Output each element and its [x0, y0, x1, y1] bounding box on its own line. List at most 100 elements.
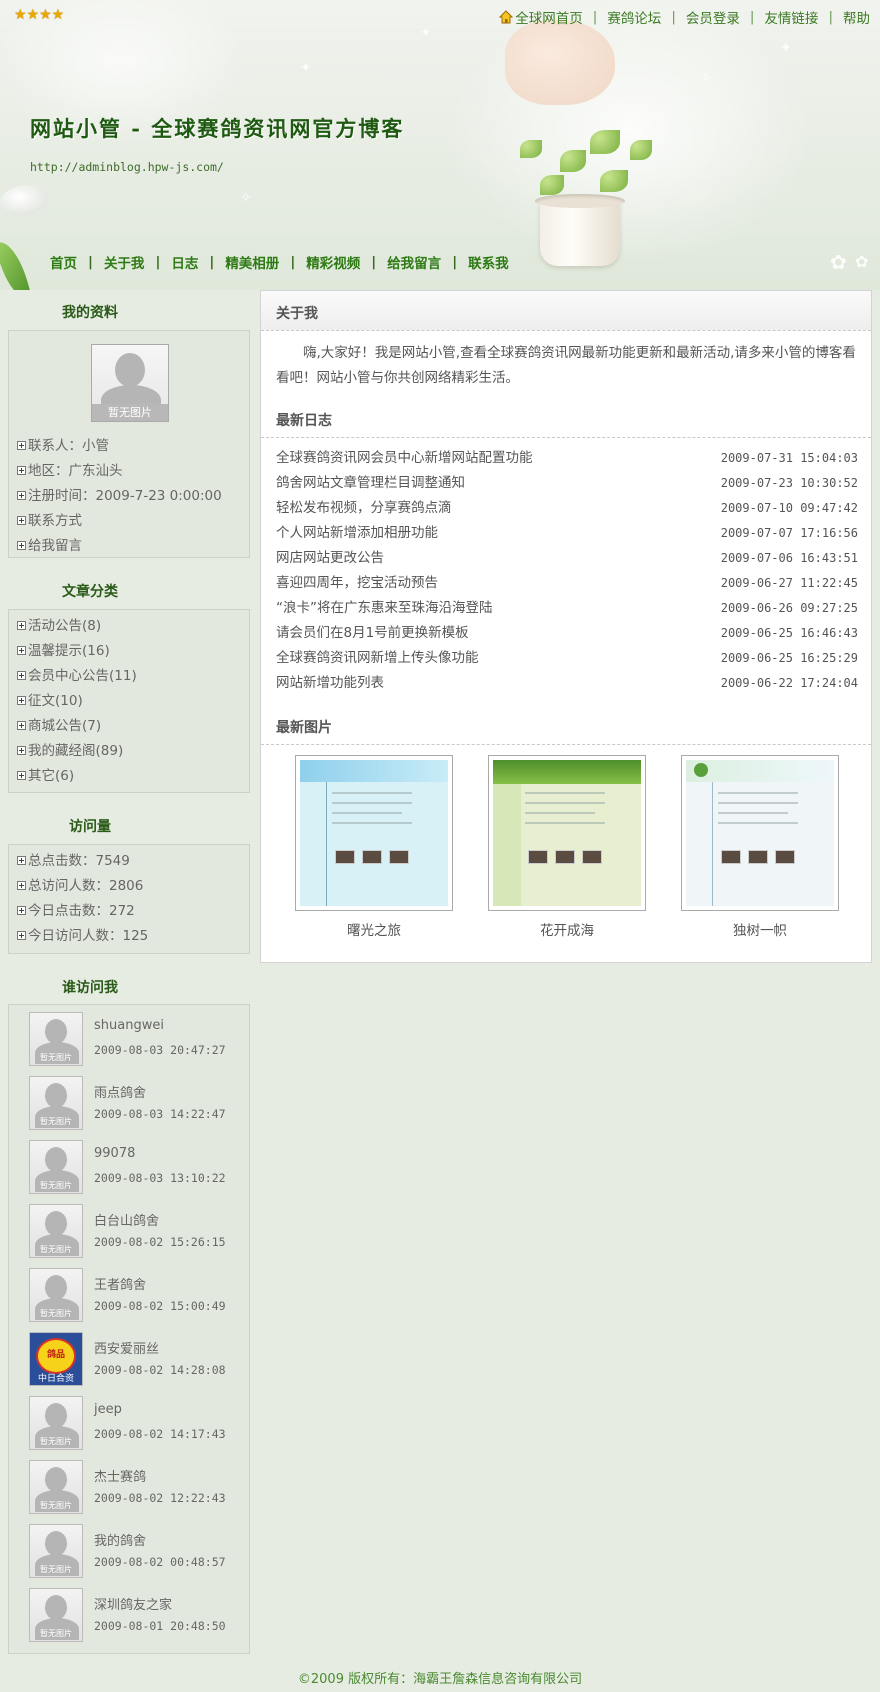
visitor-item[interactable]: 暂无图片 雨点鸽舍 2009-08-03 14:22:47	[29, 1076, 249, 1136]
post-row[interactable]: 个人网站新增添加相册功能 2009-07-07 17:16:56	[276, 521, 858, 546]
visitor-item[interactable]: 暂无图片 jeep 2009-08-02 14:17:43	[29, 1396, 249, 1456]
category-item[interactable]: 商城公告(7)	[17, 714, 249, 739]
post-row[interactable]: 轻松发布视频，分享赛鸽点滴 2009-07-10 09:47:42	[276, 496, 858, 521]
latest-posts-title: 最新日志	[276, 413, 332, 429]
visitor-time: 2009-08-02 15:00:49	[94, 1299, 226, 1313]
visitor-item[interactable]: 暂无图片 深圳鸽友之家 2009-08-01 20:48:50	[29, 1588, 249, 1648]
photo-thumbnail[interactable]	[681, 755, 839, 911]
visitor-name[interactable]: 白台山鸽舍	[94, 1210, 159, 1229]
avatar-caption: 暂无图片	[40, 1437, 72, 1446]
post-row[interactable]: 请会员们在8月1号前更换新模板 2009-06-25 16:46:43	[276, 621, 858, 646]
top-link-home[interactable]: 全球网首页	[515, 7, 583, 27]
visitor-item[interactable]: 暂无图片 99078 2009-08-03 13:10:22	[29, 1140, 249, 1200]
nav-contact[interactable]: 联系我	[468, 252, 509, 272]
photo-thumbnail[interactable]	[295, 755, 453, 911]
profile-item-guestbook[interactable]: 给我留言	[17, 534, 222, 559]
preview-banner	[686, 760, 834, 782]
visitor-item[interactable]: 鸽品 中日合资 西安爱丽丝 2009-08-02 14:28:08	[29, 1332, 249, 1392]
preview-line	[332, 822, 412, 824]
post-title[interactable]: 轻松发布视频，分享赛鸽点滴	[276, 496, 452, 521]
category-item[interactable]: 温馨提示(16)	[17, 639, 249, 664]
category-item[interactable]: 我的藏经阁(89)	[17, 739, 249, 764]
post-row[interactable]: 喜迎四周年，挖宝活动预告 2009-06-27 11:22:45	[276, 571, 858, 596]
category-item[interactable]: 其它(6)	[17, 764, 249, 789]
top-link-login[interactable]: 会员登录	[686, 7, 740, 27]
preview-line	[525, 802, 605, 804]
separator: |	[155, 254, 161, 270]
photo-thumbnail[interactable]	[488, 755, 646, 911]
profile-item: 注册时间：2009-7-23 0:00:00	[17, 484, 222, 509]
post-row[interactable]: 网站新增功能列表 2009-06-22 17:24:04	[276, 671, 858, 696]
top-link-friends[interactable]: 友情链接	[764, 7, 818, 27]
avatar-caption: 暂无图片	[40, 1501, 72, 1510]
leaf-decoration	[590, 130, 620, 154]
nav-about[interactable]: 关于我	[104, 252, 145, 272]
visitor-name[interactable]: jeep	[94, 1402, 122, 1417]
post-title[interactable]: 个人网站新增添加相册功能	[276, 521, 438, 546]
visitor-item[interactable]: 暂无图片 杰士赛鸽 2009-08-02 12:22:43	[29, 1460, 249, 1520]
preview-line	[332, 792, 412, 794]
profile-item-contact[interactable]: 联系方式	[17, 509, 222, 534]
plus-icon	[17, 771, 26, 780]
leaf-decoration	[560, 150, 586, 172]
category-item[interactable]: 会员中心公告(11)	[17, 664, 249, 689]
preview-photo	[748, 850, 768, 864]
nav-guestbook[interactable]: 给我留言	[387, 252, 441, 272]
stats-title: 访问量	[69, 819, 111, 835]
sparkle-icon: ✦	[420, 25, 432, 41]
post-title[interactable]: 全球赛鸽资讯网新增上传头像功能	[276, 646, 479, 671]
post-title[interactable]: 全球赛鸽资讯网会员中心新增网站配置功能	[276, 446, 533, 471]
post-row[interactable]: “浪卡”将在广东惠来至珠海沿海登陆 2009-06-26 09:27:25	[276, 596, 858, 621]
profile-avatar: 暂无图片	[91, 344, 169, 422]
latest-photos-title: 最新图片	[276, 720, 332, 736]
visitor-name[interactable]: shuangwei	[94, 1018, 164, 1033]
category-item[interactable]: 活动公告(8)	[17, 614, 249, 639]
profile-item: 地区：广东汕头	[17, 459, 222, 484]
visitor-name[interactable]: 雨点鸽舍	[94, 1082, 146, 1101]
nav-home[interactable]: 首页	[50, 252, 77, 272]
post-row[interactable]: 网店网站更改公告 2009-07-06 16:43:51	[276, 546, 858, 571]
photo-caption[interactable]: 花开成海	[488, 919, 646, 939]
visitor-item[interactable]: 暂无图片 王者鸽舍 2009-08-02 15:00:49	[29, 1268, 249, 1328]
post-row[interactable]: 鸽舍网站文章管理栏目调整通知 2009-07-23 10:30:52	[276, 471, 858, 496]
visitor-item[interactable]: 暂无图片 shuangwei 2009-08-03 20:47:27	[29, 1012, 249, 1072]
avatar-silhouette	[45, 1403, 67, 1428]
post-title[interactable]: 请会员们在8月1号前更换新模板	[276, 621, 469, 646]
post-title[interactable]: 网站新增功能列表	[276, 671, 384, 696]
visitor-name[interactable]: 杰士赛鸽	[94, 1466, 146, 1485]
post-title[interactable]: 网店网站更改公告	[276, 546, 384, 571]
photo-caption[interactable]: 独树一帜	[681, 919, 839, 939]
thumbnail-preview	[300, 760, 448, 906]
post-title[interactable]: 鸽舍网站文章管理栏目调整通知	[276, 471, 465, 496]
post-row[interactable]: 全球赛鸽资讯网会员中心新增网站配置功能 2009-07-31 15:04:03	[276, 446, 858, 471]
post-date: 2009-07-10 09:47:42	[720, 501, 858, 515]
post-date: 2009-07-07 17:16:56	[720, 526, 858, 540]
visitor-name[interactable]: 王者鸽舍	[94, 1274, 146, 1293]
visitor-item[interactable]: 暂无图片 白台山鸽舍 2009-08-02 15:26:15	[29, 1204, 249, 1264]
nav-blog[interactable]: 日志	[171, 252, 198, 272]
post-title[interactable]: “浪卡”将在广东惠来至珠海沿海登陆	[276, 596, 493, 621]
profile-list: 联系人：小管 地区：广东汕头 注册时间：2009-7-23 0:00:00 联系…	[9, 430, 222, 559]
preview-line	[332, 812, 402, 814]
post-row[interactable]: 全球赛鸽资讯网新增上传头像功能 2009-06-25 16:25:29	[276, 646, 858, 671]
visitor-name[interactable]: 西安爱丽丝	[94, 1338, 159, 1357]
avatar-silhouette	[45, 1147, 67, 1172]
post-title[interactable]: 喜迎四周年，挖宝活动预告	[276, 571, 438, 596]
avatar-caption: 暂无图片	[40, 1565, 72, 1574]
visitor-name[interactable]: 深圳鸽友之家	[94, 1594, 172, 1613]
nav-video[interactable]: 精彩视频	[306, 252, 360, 272]
preview-photo	[775, 850, 795, 864]
visitor-name[interactable]: 我的鸽舍	[94, 1530, 146, 1549]
top-link-forum[interactable]: 赛鸽论坛	[607, 7, 661, 27]
visitor-name[interactable]: 99078	[94, 1146, 135, 1161]
nav-album[interactable]: 精美相册	[225, 252, 279, 272]
thumbnail-preview	[686, 760, 834, 906]
photo-caption[interactable]: 曙光之旅	[295, 919, 453, 939]
visitor-time: 2009-08-02 14:28:08	[94, 1363, 226, 1377]
visitor-avatar: 暂无图片	[29, 1076, 83, 1130]
visitor-item[interactable]: 暂无图片 我的鸽舍 2009-08-02 00:48:57	[29, 1524, 249, 1584]
category-item[interactable]: 征文(10)	[17, 689, 249, 714]
site-title: 网站小管 - 全球赛鸽资讯网官方博客	[30, 116, 405, 141]
stats-item: 今日点击数：272	[17, 899, 249, 924]
top-link-help[interactable]: 帮助	[843, 7, 870, 27]
